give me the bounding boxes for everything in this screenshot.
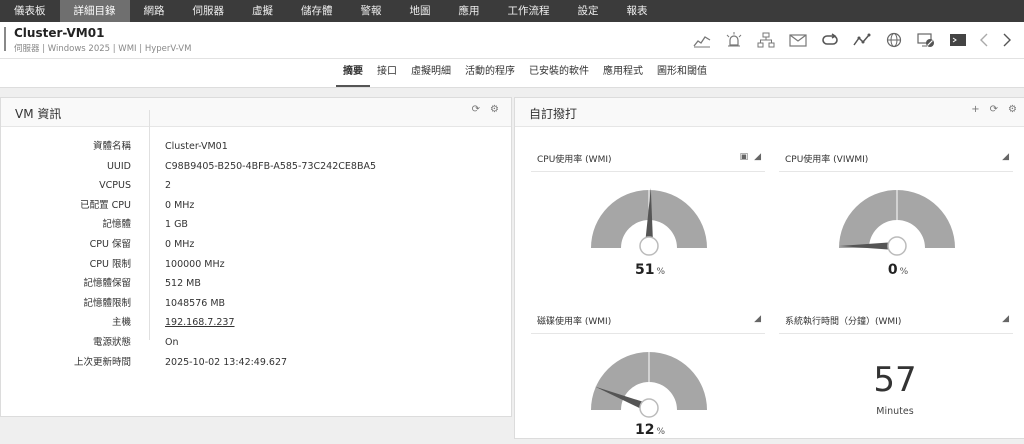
add-icon[interactable]: + <box>971 104 979 115</box>
tab-interfaces[interactable]: 接口 <box>370 59 404 87</box>
header-accent-bar <box>4 27 6 51</box>
info-row-host: 主機 192.168.7.237 <box>1 314 511 332</box>
info-row-cpu-reserve: CPU 保留 0 MHz <box>89 239 195 250</box>
chevron-right-icon[interactable] <box>996 30 1018 50</box>
uptime-value: 57 <box>873 360 917 400</box>
gauge-cpu-viwmi <box>839 190 955 256</box>
nav-dashboard[interactable]: 儀表板 <box>0 0 60 22</box>
widget-cpu-viwmi: CPU使用率 (VIWMI) ◢ 0% <box>779 152 1013 292</box>
nav-servers[interactable]: 伺服器 <box>179 0 239 22</box>
sync-icon[interactable] <box>814 30 846 50</box>
vm-info-panel: VM 資訊 ⟳ ⚙ 資體名稱 Cluster-VM01 UUID C98B9405-… <box>0 97 512 417</box>
sub-tabs: 摘要 接口 虛擬明細 活動的程序 已安裝的軟件 應用程式 圖形和閾值 <box>0 59 1024 88</box>
widget-cpu-wmi: CPU使用率 (WMI) ▣ ◢ 51% <box>531 152 765 292</box>
nav-storage[interactable]: 儲存體 <box>287 0 347 22</box>
alarm-icon[interactable] <box>718 30 750 50</box>
widget-disk-wmi: 磁碟使用率 (WMI) ◢ 12% <box>531 314 765 444</box>
device-header: Cluster-VM01 伺服器 | Windows 2025 | WMI | … <box>0 22 1024 59</box>
gauge-value: 0% <box>887 262 909 278</box>
nav-inventory[interactable]: 詳細目錄 <box>59 0 130 22</box>
tab-installed-software[interactable]: 已安裝的軟件 <box>522 59 596 87</box>
info-row-name: 資體名稱 Cluster-VM01 <box>92 141 228 152</box>
uptime-unit: Minutes <box>876 406 914 417</box>
gauge-value: 51% <box>634 262 666 278</box>
bar-chart-icon[interactable]: ◢ <box>754 152 761 162</box>
bar-chart-icon[interactable]: ◢ <box>754 314 761 324</box>
tab-active-processes[interactable]: 活動的程序 <box>458 59 522 87</box>
widget-title: CPU使用率 (WMI) <box>537 155 612 165</box>
info-row-power-state: 電源狀態 On <box>92 337 179 348</box>
chart-icon[interactable] <box>686 30 718 50</box>
info-row-memory: 記憶體 1 GB <box>102 219 188 231</box>
nav-alarms[interactable]: 警報 <box>347 0 396 22</box>
tab-summary[interactable]: 摘要 <box>336 59 370 87</box>
vm-info-list: 資體名稱 Cluster-VM01 UUID C98B9405-B250-4BFB-… <box>1 138 511 378</box>
bar-chart-icon[interactable]: ◢ <box>1002 152 1009 162</box>
email-icon[interactable] <box>782 30 814 50</box>
trend-icon[interactable] <box>846 30 878 50</box>
vm-info-title: VM 資訊 <box>15 107 62 121</box>
refresh-icon[interactable]: ⟳ <box>990 104 998 115</box>
nav-workflow[interactable]: 工作流程 <box>494 0 564 22</box>
network-icon[interactable] <box>750 30 782 50</box>
nav-reports[interactable]: 報表 <box>613 0 662 22</box>
info-row-last-updated: 上次更新時間 2025-10-02 13:42:49.627 <box>73 356 288 368</box>
info-row-memory-limit: 記憶體限制 1048576 MB <box>83 297 226 309</box>
page-title: Cluster-VM01 <box>14 26 105 40</box>
monitor-icon[interactable]: ▣ <box>740 152 749 162</box>
nav-network[interactable]: 網路 <box>130 0 179 22</box>
tab-graphs-thresholds[interactable]: 圖形和閾值 <box>650 59 714 87</box>
toolbar <box>686 30 1018 50</box>
gauge-cpu-wmi <box>591 188 707 256</box>
refresh-icon[interactable]: ⟳ <box>472 104 480 115</box>
bar-chart-icon[interactable]: ◢ <box>1002 314 1009 324</box>
info-row-memory-reserve: 記憶體保留 512 MB <box>83 278 201 290</box>
terminal-icon[interactable] <box>942 30 974 50</box>
host-link[interactable]: 192.168.7.237 <box>165 314 235 332</box>
gauge-value: 12% <box>634 422 666 438</box>
page-subtitle: 伺服器 | Windows 2025 | WMI | HyperV-VM <box>14 44 192 54</box>
globe-icon[interactable] <box>878 30 910 50</box>
nav-virtual[interactable]: 虛擬 <box>238 0 287 22</box>
custom-dials-panel: 自訂撥打 + ⟳ ⚙ CPU使用率 (WMI) ▣ ◢ 51% CPU使用率 (… <box>514 97 1024 439</box>
settings-icon[interactable]: ⚙ <box>1008 104 1017 115</box>
top-nav: 儀表板 詳細目錄 網路 伺服器 虛擬 儲存體 警報 地圖 應用 工作流程 設定 … <box>0 0 1024 22</box>
nav-settings[interactable]: 設定 <box>564 0 613 22</box>
settings-icon[interactable]: ⚙ <box>490 104 499 115</box>
tab-virtual-details[interactable]: 虛擬明細 <box>404 59 458 87</box>
info-row-uuid: UUID C98B9405-B250-4BFB-A585-73C242CE8BA5 <box>106 160 376 172</box>
chevron-left-icon[interactable] <box>974 30 996 50</box>
widget-title: CPU使用率 (VIWMI) <box>785 155 869 165</box>
info-row-allocated-cpu: 已配置 CPU 0 MHz <box>80 199 195 211</box>
nav-maps[interactable]: 地圖 <box>396 0 445 22</box>
custom-dials-title: 自訂撥打 <box>529 107 578 121</box>
monitor-disable-icon[interactable] <box>910 30 942 50</box>
widget-title: 磁碟使用率 (WMI) <box>537 317 612 327</box>
widget-uptime-wmi: 系統執行時間（分鐘）(WMI) ◢ 57 Minutes <box>779 314 1013 424</box>
gauge-disk-wmi <box>591 352 707 418</box>
widget-title: 系統執行時間（分鐘）(WMI) <box>785 317 902 327</box>
tab-applications[interactable]: 應用程式 <box>596 59 650 87</box>
nav-apps[interactable]: 應用 <box>445 0 494 22</box>
info-row-vcpus: VCPUS 2 <box>99 180 172 192</box>
info-row-cpu-limit: CPU 限制 100000 MHz <box>89 258 225 270</box>
